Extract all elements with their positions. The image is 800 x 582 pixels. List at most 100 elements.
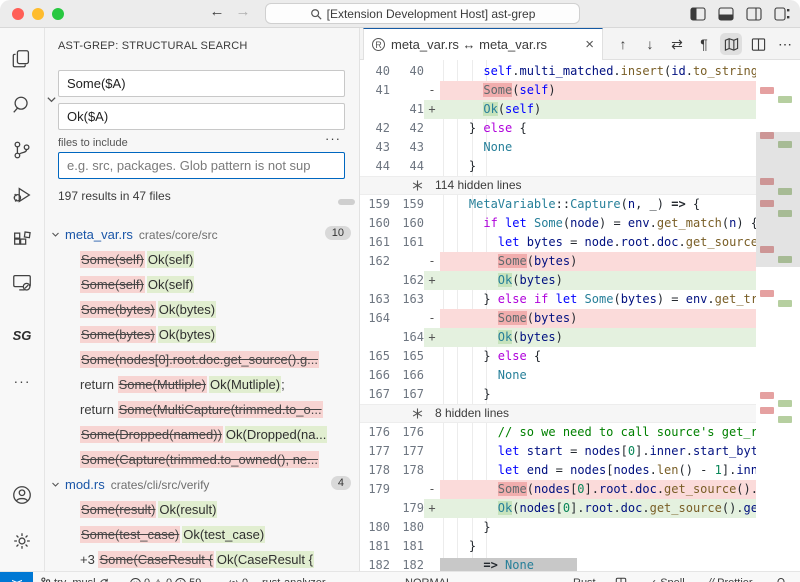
diff-line[interactable]: 4242 } else { [360, 119, 756, 138]
toggle-sidebar-icon[interactable] [690, 6, 706, 21]
minimap[interactable] [756, 60, 800, 582]
next-change-button[interactable]: ↓ [639, 33, 661, 55]
more-actions-icon[interactable]: ⋯ [774, 33, 796, 55]
result-match-row[interactable]: Some(bytes)Ok(bytes) [45, 322, 360, 347]
sidebar-item-ast-grep[interactable]: SG [0, 320, 44, 350]
pattern-input[interactable] [58, 70, 345, 97]
grid-icon [615, 577, 627, 582]
diff-line[interactable]: 163163 } else if let Some(bytes) = env.g… [360, 290, 756, 309]
diff-line[interactable]: 164+ Ok(bytes) [360, 328, 756, 347]
result-match-row[interactable]: Some(test_case)Ok(test_case) [45, 522, 360, 547]
customize-layout-icon[interactable] [774, 6, 790, 21]
diff-line[interactable]: 167167 } [360, 385, 756, 404]
result-match-row[interactable]: Some(result)Ok(result) [45, 497, 360, 522]
swap-sides-button[interactable]: ⇄ [666, 33, 688, 55]
diff-line[interactable]: 179+ Ok(nodes[0].root.doc.get_source().g… [360, 499, 756, 518]
tab-meta-var-diff[interactable]: R meta_var.rs ↔ meta_var.rs × [363, 28, 603, 60]
result-match-row[interactable]: return Some(MultiCapture(trimmed.to_o... [45, 397, 360, 422]
result-match-row[interactable]: Some(bytes)Ok(bytes) [45, 297, 360, 322]
diff-line[interactable]: 160160 if let Some(node) = env.get_match… [360, 214, 756, 233]
diff-line[interactable]: 4040 self.multi_matched.insert(id.to_str… [360, 62, 756, 81]
diff-line[interactable]: 4444 } [360, 157, 756, 176]
toggle-map-button[interactable] [720, 33, 742, 55]
previous-change-button[interactable]: ↑ [612, 33, 634, 55]
close-window-button[interactable] [12, 8, 24, 20]
toggle-secondary-sidebar-icon[interactable] [746, 6, 762, 21]
result-match-row[interactable]: +3 Some(CaseResult {Ok(CaseResult { [45, 547, 360, 572]
diff-line[interactable]: 166166 None [360, 366, 756, 385]
split-editor-icon [751, 37, 766, 52]
window-title: [Extension Development Host] ast-grep [327, 7, 536, 21]
modified-line-number: 42 [390, 119, 424, 138]
more-actions-icon[interactable]: ··· [325, 131, 341, 146]
code-text: Ok(nodes[0].root.doc.get_source().ge [440, 499, 756, 518]
minimap-slider[interactable] [756, 132, 800, 267]
history-back-button[interactable]: ← [206, 3, 228, 20]
minimap-addition-mark [778, 400, 792, 407]
diff-line[interactable]: 41+ Ok(self) [360, 100, 756, 119]
sidebar-item-run-debug[interactable] [0, 180, 44, 210]
split-editor-button[interactable] [747, 33, 769, 55]
diff-line[interactable]: 41- Some(self) [360, 81, 756, 100]
accounts-button[interactable] [0, 480, 44, 510]
original-line-number: 159 [360, 195, 390, 214]
sidebar-item-extensions[interactable] [0, 225, 44, 255]
sidebar-item-explorer[interactable] [0, 44, 44, 74]
chevron-down-icon[interactable] [46, 92, 57, 103]
diff-line[interactable]: 179- Some(nodes[0].root.doc.get_source()… [360, 480, 756, 499]
result-match-row[interactable]: Some(nodes[0].root.doc.get_source().g... [45, 347, 360, 372]
ports-item[interactable]: 0 [228, 572, 248, 582]
diff-line[interactable]: 176176 // so we need to call source's ge… [360, 423, 756, 442]
rewrite-input[interactable] [58, 103, 345, 130]
result-file-row[interactable]: meta_var.rscrates/core/src10 [45, 222, 360, 247]
problems-item[interactable]: ×0 ⚠0 i59 [130, 572, 201, 582]
modified-line-number: 180 [390, 518, 424, 537]
result-match-row[interactable]: Some(self)Ok(self) [45, 272, 360, 297]
diff-line[interactable]: 162+ Ok(bytes) [360, 271, 756, 290]
expand-hidden-lines-row[interactable]: 114 hidden lines [360, 176, 800, 195]
chevron-down-icon [51, 480, 65, 489]
result-match-row[interactable]: Some(Capture(trimmed.to_owned(), ne... [45, 447, 360, 472]
language-mode-item[interactable]: Rust [573, 572, 596, 582]
result-match-row[interactable]: return Some(Mutliple)Ok(Mutliple); [45, 372, 360, 397]
remote-indicator[interactable]: >< [0, 572, 33, 582]
command-center[interactable]: [Extension Development Host] ast-grep [265, 3, 580, 24]
sidebar-item-remote-explorer[interactable] [0, 268, 44, 298]
diff-line[interactable]: 178178 let end = nodes[nodes.len() - 1].… [360, 461, 756, 480]
expand-hidden-lines-row[interactable]: 8 hidden lines [360, 404, 800, 423]
result-file-row[interactable]: mod.rscrates/cli/src/verify4 [45, 472, 360, 497]
close-tab-icon[interactable]: × [585, 36, 594, 53]
original-line-number: 41 [360, 81, 390, 100]
diff-line[interactable]: 165165 } else { [360, 347, 756, 366]
vim-mode-item[interactable]: NORMAL [405, 572, 452, 582]
diff-line[interactable]: 164- Some(bytes) [360, 309, 756, 328]
result-match-row[interactable]: Some(self)Ok(self) [45, 247, 360, 272]
prettier-item[interactable]: //Prettier [708, 572, 753, 582]
diff-line[interactable]: 161161 let bytes = node.root.doc.get_sou… [360, 233, 756, 252]
diff-line[interactable]: 181181 } [360, 537, 756, 556]
diff-line[interactable]: 162- Some(bytes) [360, 252, 756, 271]
files-to-include-input[interactable] [58, 152, 345, 179]
zoom-window-button[interactable] [52, 8, 64, 20]
sidebar-scrollbar-thumb[interactable] [338, 199, 355, 205]
toggle-panel-icon[interactable] [718, 6, 734, 21]
editor-layout-item[interactable] [615, 572, 627, 582]
settings-button[interactable] [0, 526, 44, 556]
diff-line[interactable]: 180180 } [360, 518, 756, 537]
diff-line[interactable]: 177177 let start = nodes[0].inner.start_… [360, 442, 756, 461]
history-forward-button[interactable]: → [232, 3, 254, 20]
diff-line[interactable]: 159159 MetaVariable::Capture(n, _) => { [360, 195, 756, 214]
rust-analyzer-item[interactable]: rust-analyzer [262, 572, 326, 582]
result-match-row[interactable]: Some(Dropped(named))Ok(Dropped(na... [45, 422, 360, 447]
sidebar-item-source-control[interactable] [0, 135, 44, 165]
git-branch-item[interactable]: try_musl [40, 572, 110, 582]
diff-line[interactable]: 4343 None [360, 138, 756, 157]
toggle-whitespace-button[interactable]: ¶ [693, 33, 715, 55]
sidebar-item-search[interactable] [0, 90, 44, 120]
notifications-item[interactable] [775, 572, 787, 582]
diff-sign [424, 366, 440, 385]
minimize-window-button[interactable] [32, 8, 44, 20]
spell-checker-item[interactable]: ✓Spell [648, 572, 685, 582]
match-added-text: Ok(result) [158, 501, 217, 518]
additional-views-button[interactable]: ··· [0, 366, 44, 396]
